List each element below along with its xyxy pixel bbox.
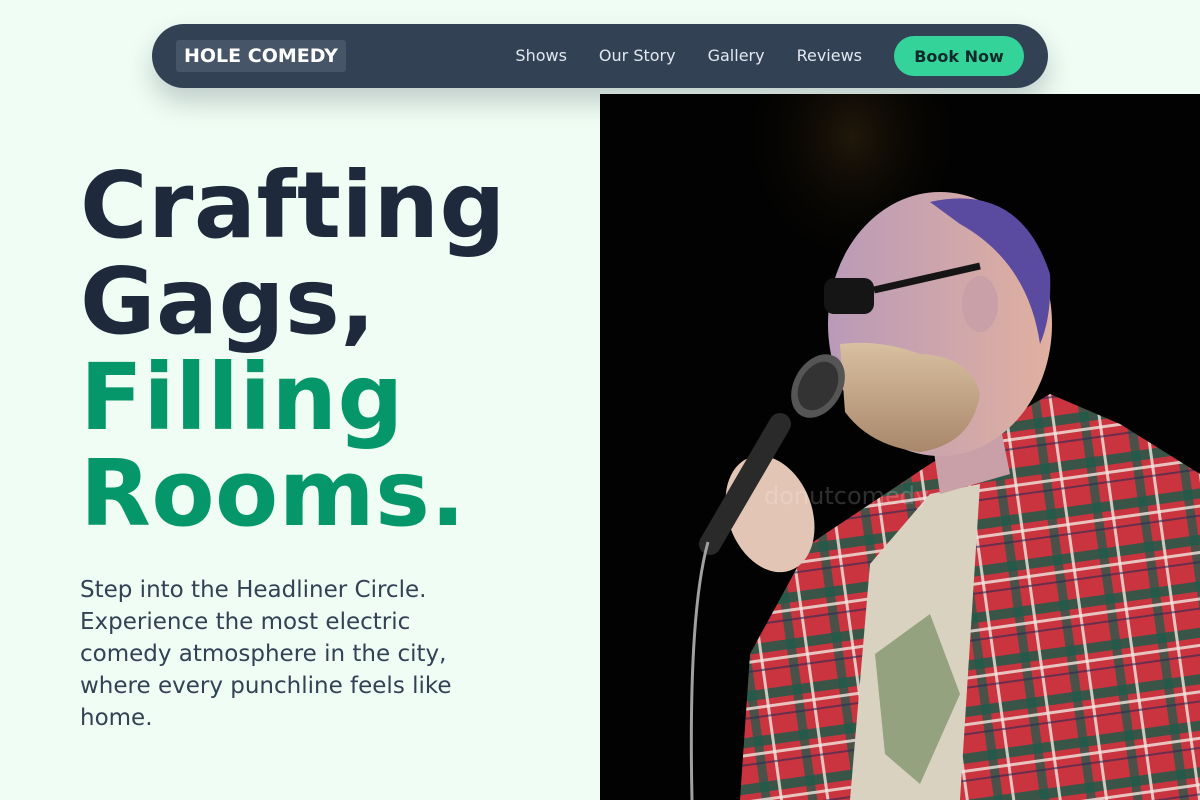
- page: HOLE COMEDY Shows Our Story Gallery Revi…: [0, 0, 1200, 800]
- hero-headline: Crafting Gags, Filling Rooms.: [80, 158, 580, 542]
- nav-link-reviews[interactable]: Reviews: [797, 46, 862, 66]
- headline-line-filling: Filling: [80, 344, 404, 451]
- book-now-button[interactable]: Book Now: [894, 36, 1024, 76]
- top-navigation: HOLE COMEDY Shows Our Story Gallery Revi…: [152, 24, 1048, 88]
- photo-watermark: donutcomedy: [764, 482, 930, 510]
- headline-line-rooms: Rooms.: [80, 440, 466, 547]
- nav-links: Shows Our Story Gallery Reviews Book Now: [515, 36, 1024, 76]
- comedian-photo: donutcomedy: [600, 94, 1200, 800]
- comedian-illustration: [600, 94, 1200, 800]
- hero-section: Crafting Gags, Filling Rooms. Step into …: [80, 158, 580, 734]
- headline-line-crafting: Crafting: [80, 152, 506, 259]
- brand-logo[interactable]: HOLE COMEDY: [176, 40, 346, 72]
- nav-link-shows[interactable]: Shows: [515, 46, 567, 66]
- hero-subtitle: Step into the Headliner Circle. Experien…: [80, 577, 452, 731]
- headline-line-gags: Gags,: [80, 248, 376, 355]
- nav-link-our-story[interactable]: Our Story: [599, 46, 676, 66]
- nav-link-gallery[interactable]: Gallery: [708, 46, 765, 66]
